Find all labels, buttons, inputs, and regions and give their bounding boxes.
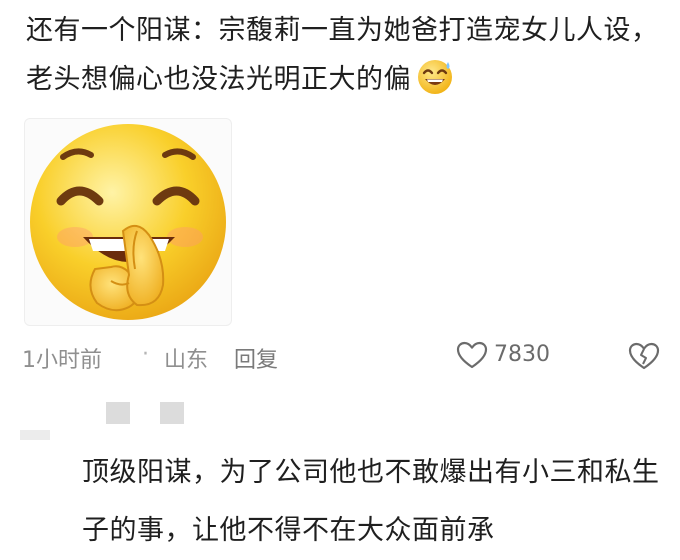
like-count: 7830	[494, 342, 550, 367]
heart-outline-icon	[456, 341, 488, 369]
comment-meta-row: 1小时前 · 山东 回复 7830	[22, 338, 662, 374]
reply-avatar[interactable]	[20, 400, 200, 450]
dislike-button[interactable]	[628, 342, 660, 376]
meta-separator: ·	[142, 342, 149, 367]
comment-body: 还有一个阳谋：宗馥莉一直为她爸打造宠女儿人设，老头想偏心也没法光明正大的偏	[26, 15, 659, 95]
comment-text: 还有一个阳谋：宗馥莉一直为她爸打造宠女儿人设，老头想偏心也没法光明正大的偏	[26, 6, 666, 104]
reply-text: 顶级阳谋，为了公司他也不敢爆出有小三和私生子的事，让他不得不在大众面前承	[82, 457, 660, 546]
comment-time: 1小时前	[22, 348, 102, 373]
broken-heart-icon	[628, 342, 660, 370]
reply-button[interactable]: 回复	[234, 342, 278, 374]
like-button[interactable]: 7830	[456, 338, 576, 372]
sticker-image[interactable]	[24, 118, 232, 326]
shy-giggle-emoji-icon	[30, 124, 226, 320]
grinning-sweat-emoji-icon	[415, 56, 455, 96]
comment-location: 山东	[164, 348, 209, 373]
